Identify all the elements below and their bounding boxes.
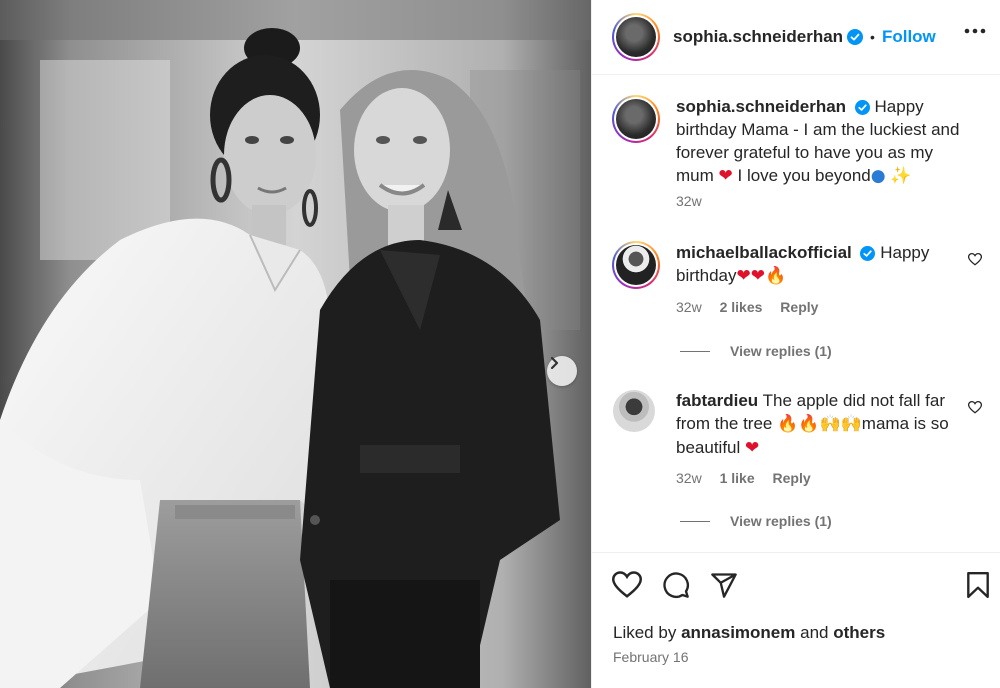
comment-meta: 32w 2 likes Reply (676, 299, 832, 315)
view-replies-button[interactable]: View replies (1) (680, 513, 832, 529)
follow-button[interactable]: Follow (882, 27, 936, 47)
view-replies-label: View replies (1) (730, 343, 832, 359)
next-image-button[interactable] (547, 356, 577, 386)
author-username[interactable]: sophia.schneiderhan (673, 27, 843, 47)
globe-emoji: ● (870, 166, 886, 186)
more-options-icon[interactable] (964, 28, 986, 34)
post-side-panel: sophia.schneiderhan • Follow sophia.schn… (591, 0, 1000, 688)
post-header: sophia.schneiderhan • Follow (592, 0, 1000, 75)
comments-list[interactable]: sophia.schneiderhan Happy birthday Mama … (592, 76, 1000, 551)
verified-badge-icon (847, 29, 864, 45)
red-heart-emoji: ❤ (736, 266, 751, 286)
view-replies-button[interactable]: View replies (1) (680, 343, 832, 359)
comment-icon[interactable] (662, 571, 690, 599)
view-replies-label: View replies (1) (730, 513, 832, 529)
comment-text: fabtardieu The apple did not fall far fr… (676, 389, 966, 460)
comment-item: fabtardieu The apple did not fall far fr… (612, 389, 982, 539)
bookmark-icon[interactable] (965, 571, 991, 599)
fire-emoji: 🔥🔥 (777, 414, 820, 434)
author-avatar[interactable] (612, 13, 660, 61)
comment-meta: 32w 1 like Reply (676, 470, 825, 486)
heart-icon[interactable] (612, 571, 642, 599)
action-icons (612, 571, 738, 599)
comment-avatar[interactable] (613, 390, 655, 432)
separator-dot: • (870, 29, 875, 45)
caption: sophia.schneiderhan Happy birthday Mama … (612, 95, 982, 215)
sparkles-emoji: ✨ (890, 166, 912, 186)
red-heart-emoji: ❤ (750, 266, 765, 286)
reply-button[interactable]: Reply (773, 470, 811, 486)
comment-username[interactable]: fabtardieu (676, 391, 758, 410)
liked-by-prefix: Liked by (613, 623, 677, 642)
liked-by-user[interactable]: annasimonem (681, 623, 795, 642)
comment-item: michaelballackofficial Happy birthday❤❤🔥… (612, 241, 982, 381)
comment-like-icon[interactable] (968, 253, 982, 266)
verified-badge-icon (854, 100, 870, 116)
comment-time: 32w (676, 470, 702, 486)
comment-likes[interactable]: 1 like (720, 470, 755, 486)
liked-by: Liked by annasimonem and others (613, 623, 885, 643)
post-photo (0, 0, 591, 688)
caption-username[interactable]: sophia.schneiderhan (676, 97, 846, 116)
comment-likes[interactable]: 2 likes (720, 299, 763, 315)
comment-avatar[interactable] (612, 241, 660, 289)
comment-like-icon[interactable] (968, 401, 982, 414)
caption-time: 32w (676, 193, 702, 209)
liked-by-and: and (800, 623, 829, 642)
comment-text: michaelballackofficial Happy birthday❤❤🔥 (676, 241, 966, 288)
caption-text: sophia.schneiderhan Happy birthday Mama … (676, 95, 966, 188)
chevron-right-icon (550, 356, 559, 370)
fire-emoji: 🔥 (764, 266, 787, 286)
share-icon[interactable] (710, 571, 738, 599)
replies-divider (680, 350, 710, 352)
replies-divider (680, 520, 710, 522)
comment-username[interactable]: michaelballackofficial (676, 243, 852, 262)
red-heart-emoji: ❤ (718, 166, 733, 186)
post-date[interactable]: February 16 (613, 649, 688, 665)
caption-avatar[interactable] (612, 95, 660, 143)
caption-body-2: I love you beyond (737, 166, 871, 185)
post-actions: Liked by annasimonem and others February… (592, 552, 1000, 688)
comment-time: 32w (676, 299, 702, 315)
liked-by-others[interactable]: others (833, 623, 885, 642)
verified-badge-icon (860, 246, 876, 262)
red-heart-emoji: ❤ (745, 438, 760, 458)
caption-meta: 32w (676, 193, 716, 209)
reply-button[interactable]: Reply (780, 299, 818, 315)
raising-hands-emoji: 🙌🙌 (819, 414, 862, 434)
post-image-illustration (0, 0, 591, 688)
